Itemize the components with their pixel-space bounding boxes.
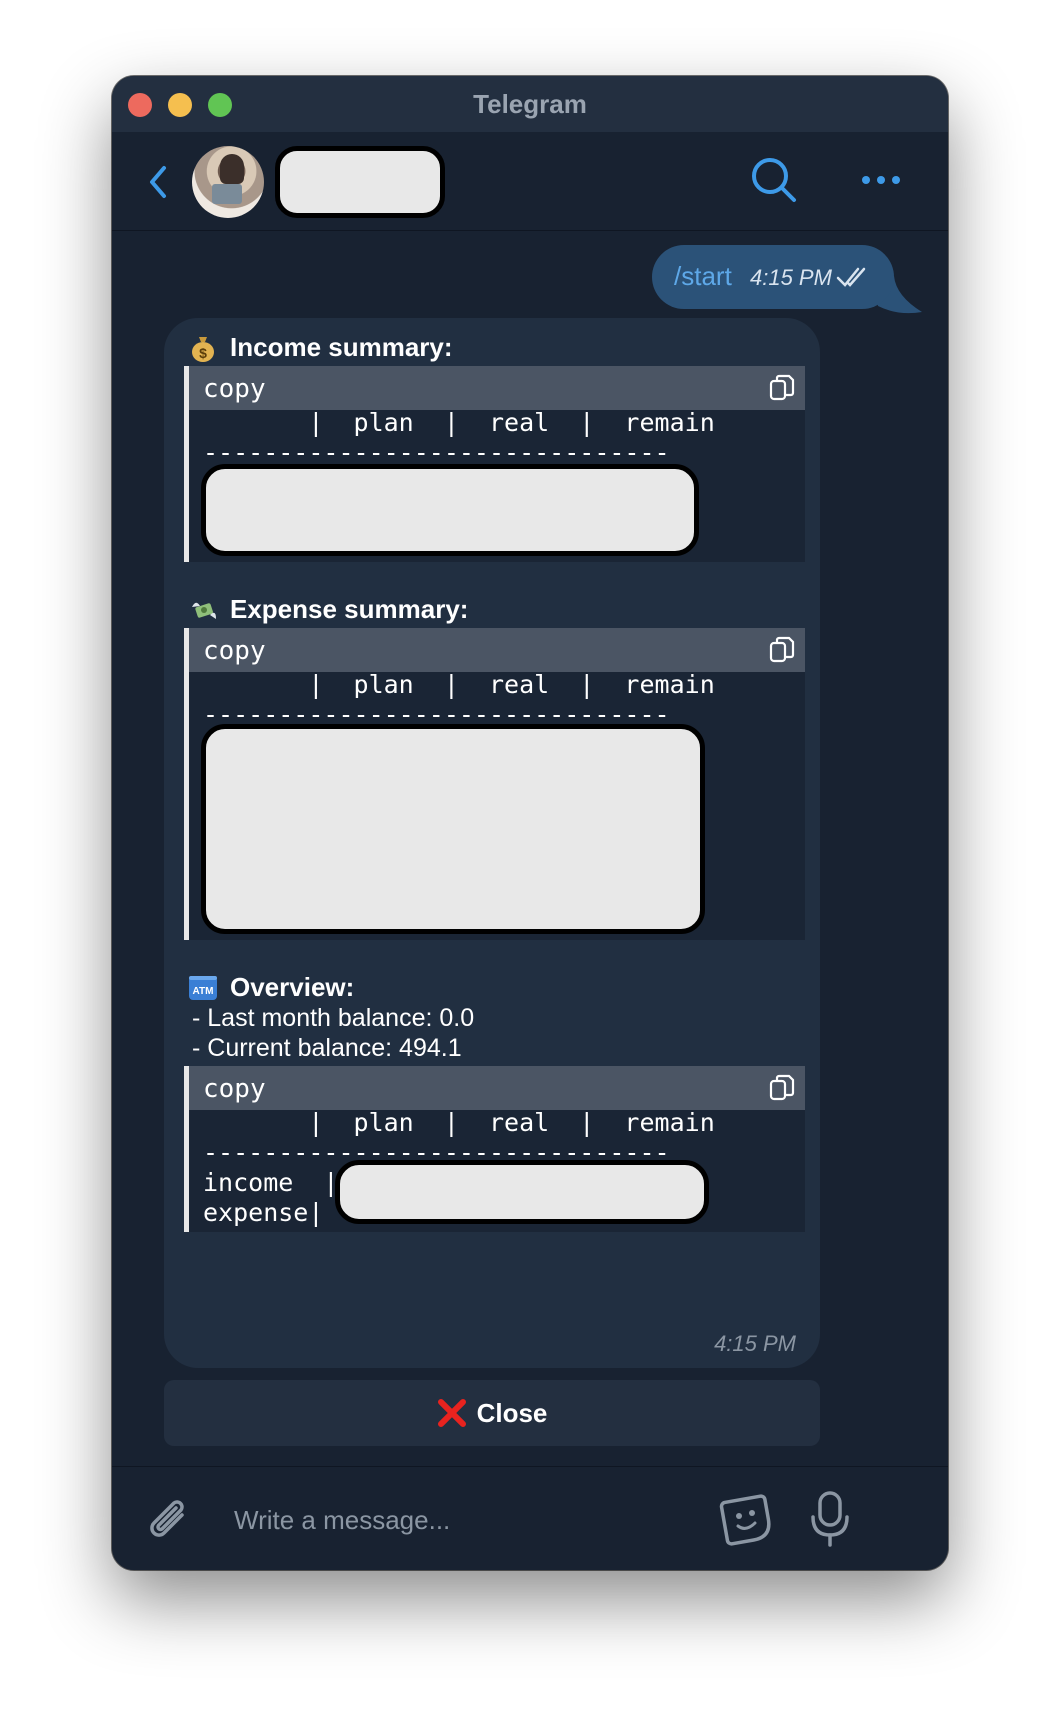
incoming-message[interactable]: $ Income summary: copy | plan | real | r…	[164, 318, 820, 1368]
code-header: copy	[189, 1066, 805, 1110]
paperclip-icon[interactable]	[146, 1495, 194, 1547]
title-bar: Telegram	[112, 76, 948, 132]
income-row-label: income |	[203, 1168, 339, 1197]
close-inline-button[interactable]: Close	[164, 1380, 820, 1446]
copy-icon[interactable]	[769, 636, 795, 664]
telegram-window: Telegram /start 4:15 PM $ Income summary…	[112, 76, 948, 1570]
message-input[interactable]	[232, 1491, 676, 1549]
code-header-row: | plan | real | remain	[203, 670, 715, 699]
outgoing-message[interactable]: /start 4:15 PM	[652, 245, 894, 309]
income-code-block[interactable]: copy | plan | real | remain ------------…	[184, 366, 805, 562]
code-header: copy	[189, 366, 805, 410]
cross-mark-icon	[437, 1399, 466, 1427]
copy-icon[interactable]	[769, 374, 795, 402]
svg-text:ATM: ATM	[193, 986, 214, 997]
expense-summary-title: Expense summary:	[188, 594, 468, 625]
more-dots-icon[interactable]	[858, 162, 904, 198]
expense-code-block[interactable]: copy | plan | real | remain ------------…	[184, 628, 805, 940]
copy-icon[interactable]	[769, 1074, 795, 1102]
microphone-icon[interactable]	[808, 1489, 852, 1549]
overview-title: ATM Overview:	[188, 972, 354, 1003]
message-composer	[112, 1466, 948, 1570]
svg-text:$: $	[199, 345, 207, 361]
double-check-icon	[836, 267, 866, 287]
last-month-balance: - Last month balance: 0.0	[192, 1004, 475, 1032]
code-header: copy	[189, 628, 805, 672]
message-time: 4:15 PM	[750, 265, 832, 290]
code-header-row: | plan | real | remain	[203, 1108, 715, 1137]
avatar[interactable]	[192, 146, 264, 218]
current-balance: - Current balance: 494.1	[192, 1034, 462, 1062]
code-language-label: copy	[203, 1074, 266, 1104]
code-language-label: copy	[203, 636, 266, 666]
overview-code-block[interactable]: copy | plan | real | remain ------------…	[184, 1066, 805, 1232]
atm-icon: ATM	[189, 975, 217, 1000]
expense-row-label: expense|	[203, 1198, 324, 1227]
contact-name-redacted[interactable]	[275, 146, 445, 218]
chevron-left-icon[interactable]	[144, 162, 174, 202]
close-button-label: Close	[476, 1397, 548, 1428]
expense-table-redacted	[201, 724, 705, 934]
code-rule: -------------------------------	[203, 438, 670, 467]
money-bag-icon: $	[192, 336, 214, 362]
search-icon[interactable]	[748, 154, 800, 206]
overview-values-redacted	[335, 1160, 709, 1224]
message-time: 4:15 PM	[714, 1331, 796, 1356]
income-summary-title: $ Income summary:	[188, 332, 453, 363]
money-wings-icon	[192, 602, 216, 619]
code-header-row: | plan | real | remain	[203, 408, 715, 437]
command-link[interactable]: /start	[674, 261, 732, 292]
window-title: Telegram	[473, 89, 587, 119]
sticker-icon[interactable]	[718, 1491, 774, 1547]
income-table-redacted	[201, 464, 699, 556]
code-language-label: copy	[203, 374, 266, 404]
chat-header	[112, 132, 948, 231]
